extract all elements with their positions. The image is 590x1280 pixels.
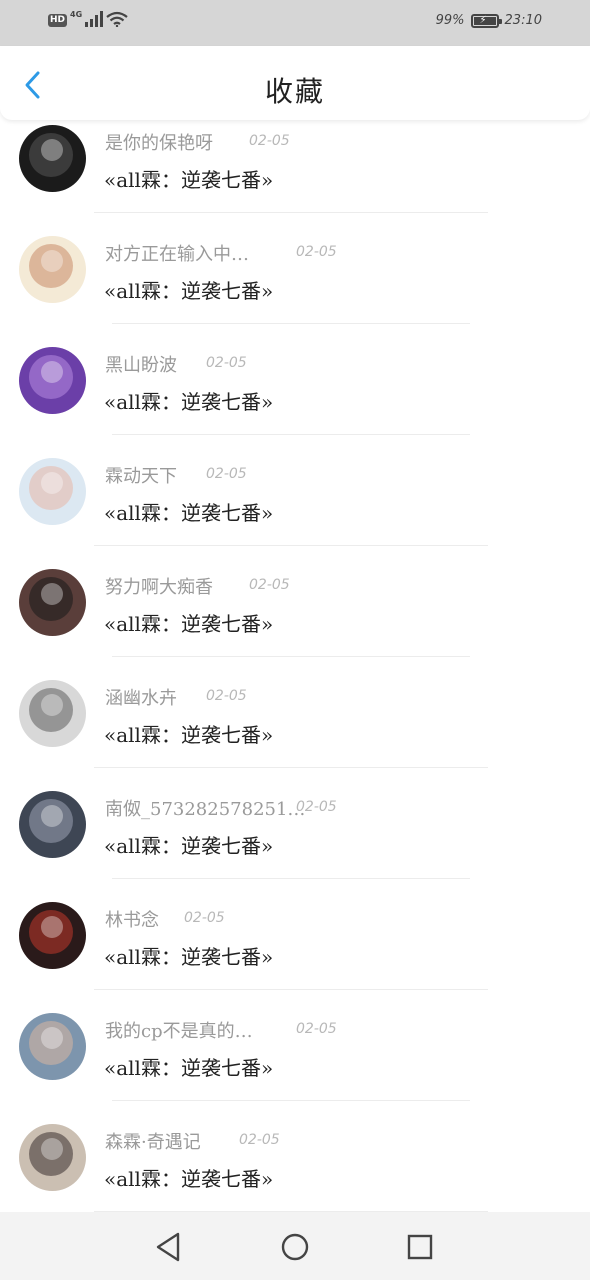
avatar-highlight <box>41 694 63 716</box>
square-recents-icon <box>407 1234 433 1260</box>
divider <box>112 656 470 657</box>
post-title[interactable]: «all霖：逆袭七番» <box>104 608 273 637</box>
clock: 23:10 <box>504 13 542 28</box>
post-title[interactable]: «all霖：逆袭七番» <box>104 830 273 859</box>
battery-icon: ⚡ <box>470 13 502 28</box>
nav-home-button[interactable] <box>278 1230 312 1264</box>
favorite-item[interactable]: 南伮_573282578251… 02-05 «all霖：逆袭七番» <box>0 786 590 897</box>
divider <box>112 1100 470 1101</box>
favorite-item[interactable]: 对方正在输入中… 02-05 «all霖：逆袭七番» <box>0 231 590 342</box>
user-name[interactable]: 是你的保艳呀 <box>105 129 213 155</box>
post-date: 02-05 <box>184 910 225 926</box>
user-name[interactable]: 霖动天下 <box>105 462 177 488</box>
favorite-item[interactable]: 努力啊大痴香 02-05 «all霖：逆袭七番» <box>0 564 590 675</box>
avatar-highlight <box>41 1027 63 1049</box>
divider <box>112 323 470 324</box>
avatar-highlight <box>41 139 63 161</box>
post-date: 02-05 <box>249 577 290 593</box>
avatar[interactable] <box>19 125 86 192</box>
divider <box>94 545 488 546</box>
avatar[interactable] <box>19 458 86 525</box>
user-name[interactable]: 涵幽水卉 <box>105 684 177 710</box>
divider <box>94 212 488 213</box>
avatar[interactable] <box>19 1013 86 1080</box>
avatar[interactable] <box>19 902 86 969</box>
post-date: 02-05 <box>239 1132 280 1148</box>
post-title[interactable]: «all霖：逆袭七番» <box>104 497 273 526</box>
favorite-item[interactable]: 黑山盼波 02-05 «all霖：逆袭七番» <box>0 342 590 453</box>
triangle-back-icon <box>156 1232 180 1262</box>
favorite-item[interactable]: 霖动天下 02-05 «all霖：逆袭七番» <box>0 453 590 564</box>
favorite-item[interactable]: 林书念 02-05 «all霖：逆袭七番» <box>0 897 590 1008</box>
favorite-item[interactable]: 涵幽水卉 02-05 «all霖：逆袭七番» <box>0 675 590 786</box>
post-date: 02-05 <box>206 688 247 704</box>
network-type: 4G <box>70 10 83 19</box>
divider <box>94 989 488 990</box>
favorites-list: 是你的保艳呀 02-05 «all霖：逆袭七番» 对方正在输入中… 02-05 … <box>0 120 590 1212</box>
post-title[interactable]: «all霖：逆袭七番» <box>104 719 273 748</box>
wifi-icon <box>106 11 128 27</box>
avatar[interactable] <box>19 347 86 414</box>
avatar-highlight <box>41 361 63 383</box>
user-name[interactable]: 黑山盼波 <box>105 351 177 377</box>
user-name[interactable]: 林书念 <box>105 906 159 932</box>
favorite-item[interactable]: 森霖·奇遇记 02-05 «all霖：逆袭七番» <box>0 1119 590 1212</box>
status-left: HD 4G <box>48 10 128 27</box>
battery-percent: 99% <box>435 13 465 28</box>
avatar[interactable] <box>19 236 86 303</box>
header-bar: 收藏 <box>0 46 590 120</box>
divider <box>94 767 488 768</box>
nav-back-button[interactable] <box>152 1230 186 1264</box>
hd-badge: HD <box>48 14 68 27</box>
user-name[interactable]: 南伮_573282578251… <box>105 795 305 821</box>
user-name[interactable]: 努力啊大痴香 <box>105 573 213 599</box>
post-date: 02-05 <box>296 799 337 815</box>
post-title[interactable]: «all霖：逆袭七番» <box>104 386 273 415</box>
navigation-bar <box>0 1212 590 1280</box>
post-date: 02-05 <box>296 244 337 260</box>
user-name[interactable]: 森霖·奇遇记 <box>105 1128 201 1154</box>
divider <box>112 434 470 435</box>
avatar[interactable] <box>19 1124 86 1191</box>
favorite-item[interactable]: 我的cp不是真的… 02-05 «all霖：逆袭七番» <box>0 1008 590 1119</box>
user-name[interactable]: 我的cp不是真的… <box>105 1017 253 1043</box>
avatar[interactable] <box>19 569 86 636</box>
post-date: 02-05 <box>206 466 247 482</box>
post-date: 02-05 <box>249 133 290 149</box>
avatar-highlight <box>41 250 63 272</box>
charging-bolt-icon: ⚡ <box>479 14 487 26</box>
favorite-item[interactable]: 是你的保艳呀 02-05 «all霖：逆袭七番» <box>0 120 590 231</box>
post-date: 02-05 <box>296 1021 337 1037</box>
avatar-highlight <box>41 916 63 938</box>
avatar[interactable] <box>19 791 86 858</box>
post-title[interactable]: «all霖：逆袭七番» <box>104 275 273 304</box>
avatar-highlight <box>41 805 63 827</box>
divider <box>112 878 470 879</box>
avatar-highlight <box>41 472 63 494</box>
post-title[interactable]: «all霖：逆袭七番» <box>104 1163 273 1192</box>
post-date: 02-05 <box>206 355 247 371</box>
nav-recents-button[interactable] <box>403 1230 437 1264</box>
post-title[interactable]: «all霖：逆袭七番» <box>104 1052 273 1081</box>
status-bar: HD 4G 99% ⚡ 23:10 <box>0 0 590 46</box>
post-title[interactable]: «all霖：逆袭七番» <box>104 941 273 970</box>
page-title: 收藏 <box>264 75 325 108</box>
avatar-highlight <box>41 583 63 605</box>
avatar-highlight <box>41 1138 63 1160</box>
post-title[interactable]: «all霖：逆袭七番» <box>104 164 273 193</box>
avatar[interactable] <box>19 680 86 747</box>
signal-icon <box>85 11 104 27</box>
user-name[interactable]: 对方正在输入中… <box>105 240 249 266</box>
status-right: 99% ⚡ 23:10 <box>436 13 542 28</box>
circle-home-icon <box>281 1233 309 1261</box>
